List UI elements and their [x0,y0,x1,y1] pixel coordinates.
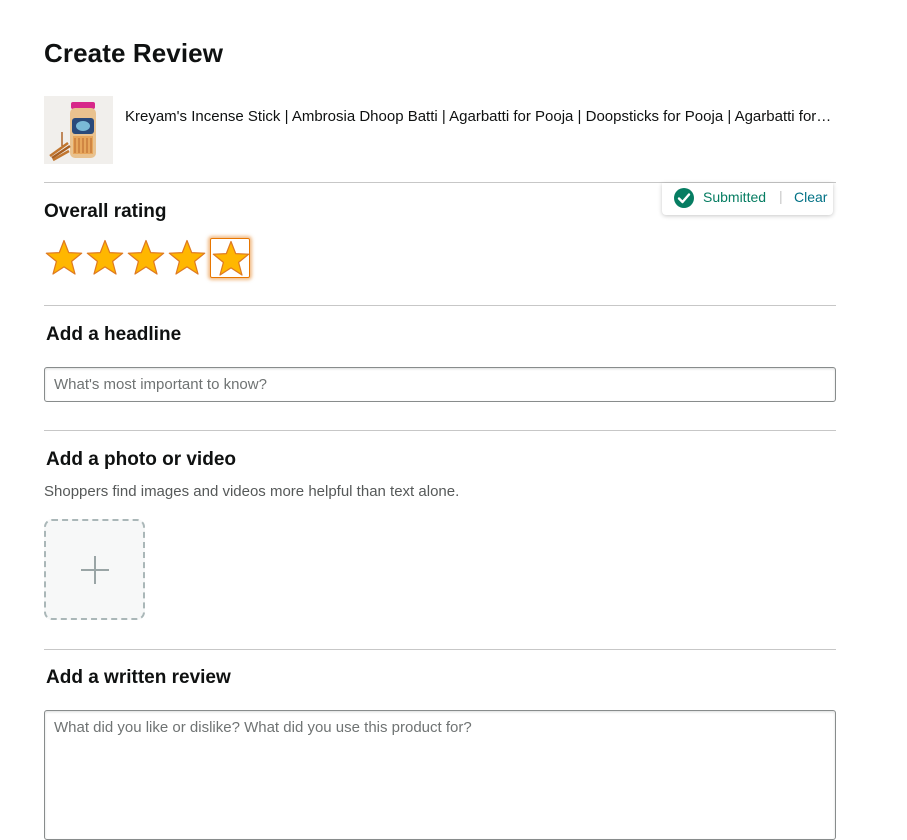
star-4[interactable] [167,238,207,278]
add-media-button[interactable] [44,519,145,620]
written-review-heading: Add a written review [46,667,231,688]
divider [44,305,836,306]
star-3[interactable] [126,238,166,278]
rating-status: Submitted | Clear [662,183,833,215]
check-circle-icon [674,188,694,208]
media-heading: Add a photo or video [46,449,236,470]
plus-icon [81,556,109,584]
star-icon [127,239,165,275]
media-helper-text: Shoppers find images and videos more hel… [44,483,460,500]
star-5[interactable] [210,238,250,278]
submitted-status-text: Submitted [703,189,767,205]
page-title: Create Review [44,38,224,68]
star-icon [212,240,250,276]
product-title[interactable]: Kreyam's Incense Stick | Ambrosia Dhoop … [125,108,835,125]
written-review-textarea[interactable] [44,710,836,840]
overall-rating-heading: Overall rating [44,201,167,222]
divider [44,649,836,650]
product-summary: Kreyam's Incense Stick | Ambrosia Dhoop … [44,96,836,164]
status-separator: | [779,188,783,204]
star-icon [86,239,124,275]
product-image-icon [44,96,113,164]
headline-input[interactable] [44,367,836,402]
star-1[interactable] [44,238,84,278]
divider [44,430,836,431]
star-2[interactable] [85,238,125,278]
clear-rating-link[interactable]: Clear [794,189,827,205]
star-rating [44,238,264,278]
star-icon [168,239,206,275]
headline-heading: Add a headline [46,324,182,345]
star-icon [45,239,83,275]
